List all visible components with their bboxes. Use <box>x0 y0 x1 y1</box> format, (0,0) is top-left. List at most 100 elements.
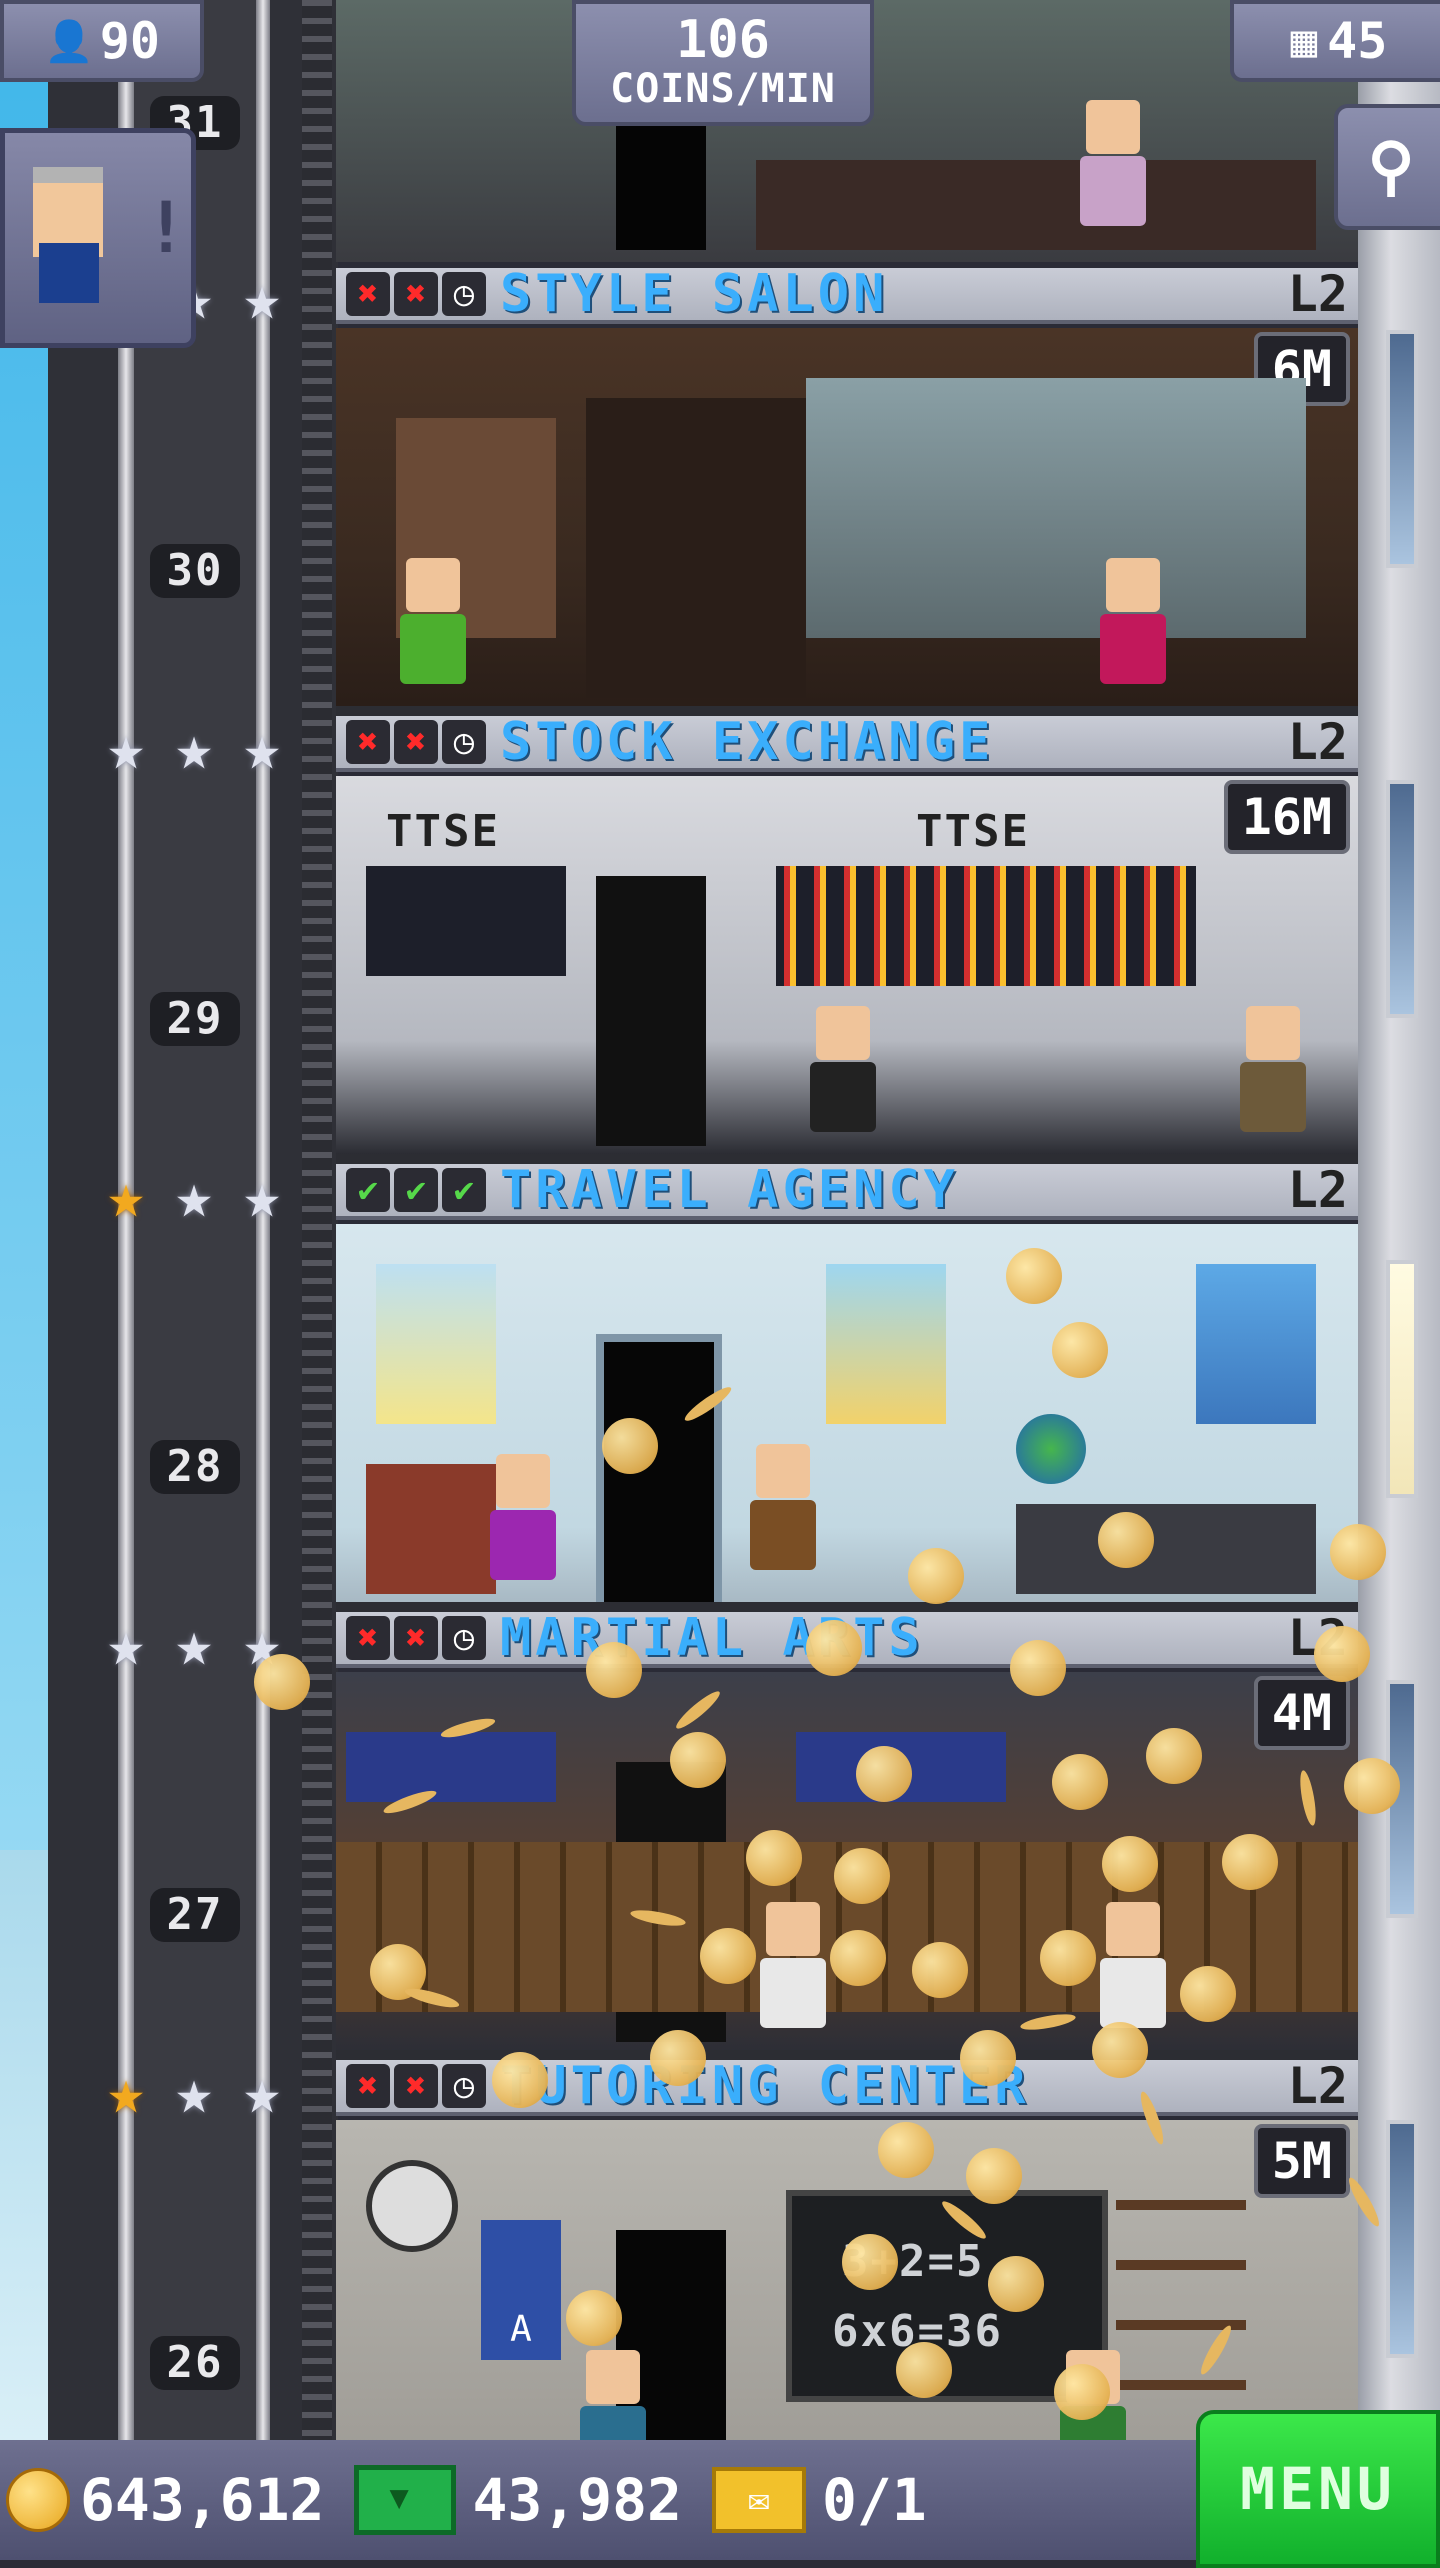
floor-number: 27 <box>150 1888 240 1942</box>
bitizen[interactable] <box>486 1454 560 1584</box>
bux-balance: 43,982 <box>472 2466 682 2534</box>
coin-icon[interactable] <box>1006 1248 1062 1304</box>
coin-icon[interactable] <box>746 1830 802 1886</box>
coin-icon[interactable] <box>1010 1640 1066 1696</box>
coin-icon[interactable] <box>1052 1754 1108 1810</box>
coin-icon[interactable] <box>834 1848 890 1904</box>
bitizen[interactable] <box>396 558 470 688</box>
bitizen[interactable] <box>746 1444 820 1574</box>
ttse-sign: TTSE <box>916 806 1030 857</box>
bitizen-alert-card[interactable]: ! <box>0 128 196 348</box>
zoom-button[interactable]: ⚲ <box>1334 104 1440 230</box>
coin-rate-value: 106 <box>676 10 770 70</box>
check-icon: ✔ <box>394 1168 438 1212</box>
coin-icon[interactable] <box>1054 2364 1110 2420</box>
coin-icon[interactable] <box>670 1732 726 1788</box>
restock-timer: 4M <box>1253 1676 1350 1750</box>
coin-icon[interactable] <box>1098 1512 1154 1568</box>
coin-icon[interactable] <box>988 2256 1044 2312</box>
star-icon: ★ <box>243 2055 281 2128</box>
population-counter[interactable]: 👤 90 <box>0 0 204 82</box>
star-icon: ★ <box>243 261 281 334</box>
stock-exchange-room[interactable]: 16M TTSE TTSE <box>336 776 1358 1154</box>
clock-icon: ◷ <box>442 1616 486 1660</box>
coin-icon[interactable] <box>1222 1834 1278 1890</box>
coin-icon[interactable] <box>566 2290 622 2346</box>
coin-icon[interactable] <box>1344 1758 1400 1814</box>
coin-icon[interactable] <box>492 2052 548 2108</box>
stock-chart-screen <box>366 866 566 976</box>
coin-icon[interactable] <box>1314 1626 1370 1682</box>
floor-name: TRAVEL AGENCY <box>500 1160 959 1220</box>
clock-icon: ◷ <box>442 720 486 764</box>
coin-icon[interactable] <box>856 1746 912 1802</box>
floor-banner[interactable]: ✖ ✖ ◷ STOCK EXCHANGE L2 <box>336 712 1358 772</box>
bitizen[interactable] <box>806 1006 880 1136</box>
floor-banner[interactable]: ✔ ✔ ✔ TRAVEL AGENCY L2 <box>336 1160 1358 1220</box>
tower-window <box>1386 2120 1418 2358</box>
coin-icon[interactable] <box>1092 2022 1148 2078</box>
restock-timer: 5M <box>1253 2124 1350 2198</box>
coin-icon[interactable] <box>896 2342 952 2398</box>
floor-number: 28 <box>150 1440 240 1494</box>
coin-icon[interactable] <box>966 2148 1022 2204</box>
bitizen[interactable] <box>1236 1006 1310 1136</box>
coin-icon[interactable] <box>1102 1836 1158 1892</box>
coin-icon[interactable] <box>960 2030 1016 2086</box>
floor-stars: ★ ★ ★ <box>94 2060 304 2130</box>
tower-window <box>1386 330 1418 568</box>
coin-icon[interactable] <box>830 1930 886 1986</box>
population-value: 90 <box>99 12 161 70</box>
menu-button[interactable]: MENU <box>1196 2410 1440 2568</box>
restock-timer: 16M <box>1223 780 1350 854</box>
bitizen[interactable] <box>1096 1902 1170 2032</box>
coin-icon[interactable] <box>254 1654 310 1710</box>
stock-status: ✖ ✖ ◷ <box>346 720 486 764</box>
coin-icon[interactable] <box>650 2030 706 2086</box>
coin-icon[interactable] <box>602 1418 658 1474</box>
bitizen[interactable] <box>1076 100 1150 230</box>
style-salon-room[interactable]: 6M <box>336 328 1358 706</box>
floor-banner[interactable]: ✖ ✖ ◷ STYLE SALON L2 <box>336 264 1358 324</box>
coin-icon[interactable] <box>1052 1322 1108 1378</box>
coin-icon[interactable] <box>912 1942 968 1998</box>
coin-icon[interactable] <box>700 1928 756 1984</box>
floor-name: STOCK EXCHANGE <box>500 712 995 772</box>
check-icon: ✔ <box>442 1168 486 1212</box>
coin-icon[interactable] <box>1180 1966 1236 2022</box>
coin-icon[interactable] <box>908 1548 964 1604</box>
city-skyline <box>0 1850 48 2440</box>
floor-stars: ★ ★ ★ <box>94 716 304 786</box>
avatar-body <box>39 243 99 303</box>
coin-icon[interactable] <box>878 2122 934 2178</box>
x-icon: ✖ <box>394 2064 438 2108</box>
bitizen[interactable] <box>756 1902 830 2032</box>
floor-number: 29 <box>150 992 240 1046</box>
salon-station <box>586 398 806 698</box>
scroll-indicator[interactable] <box>1386 1260 1418 1498</box>
star-icon: ★ <box>243 711 281 784</box>
star-icon: ★ <box>107 711 145 784</box>
coin-icon[interactable] <box>586 1642 642 1698</box>
stock-status: ✖ ✖ ◷ <box>346 272 486 316</box>
floor-counter[interactable]: ▦ 45 <box>1230 0 1440 82</box>
ticket-icon[interactable]: ✉ <box>711 2467 806 2533</box>
coin-icon[interactable] <box>1146 1728 1202 1784</box>
floor-number: 30 <box>150 544 240 598</box>
alert-icon: ! <box>145 187 188 269</box>
ttse-sign: TTSE <box>386 806 500 857</box>
bitizen[interactable] <box>1096 558 1170 688</box>
coin-rate-unit: COINS/MIN <box>610 66 836 112</box>
coin-icon[interactable] <box>1040 1930 1096 1986</box>
floor-banner[interactable]: ✖ ✖ ◷ TUTORING CENTER L2 <box>336 2056 1358 2116</box>
clock-icon: ◷ <box>442 272 486 316</box>
x-icon: ✖ <box>346 720 390 764</box>
doorway <box>596 876 706 1146</box>
bux-icon[interactable] <box>354 2465 457 2535</box>
coin-icon[interactable] <box>806 1620 862 1676</box>
travel-agency-room[interactable] <box>336 1224 1358 1602</box>
coin-icon[interactable] <box>842 2234 898 2290</box>
coin-icon[interactable] <box>1330 1524 1386 1580</box>
building-icon: ▦ <box>1290 15 1318 67</box>
gold-star-icon: ★ <box>107 2055 145 2128</box>
